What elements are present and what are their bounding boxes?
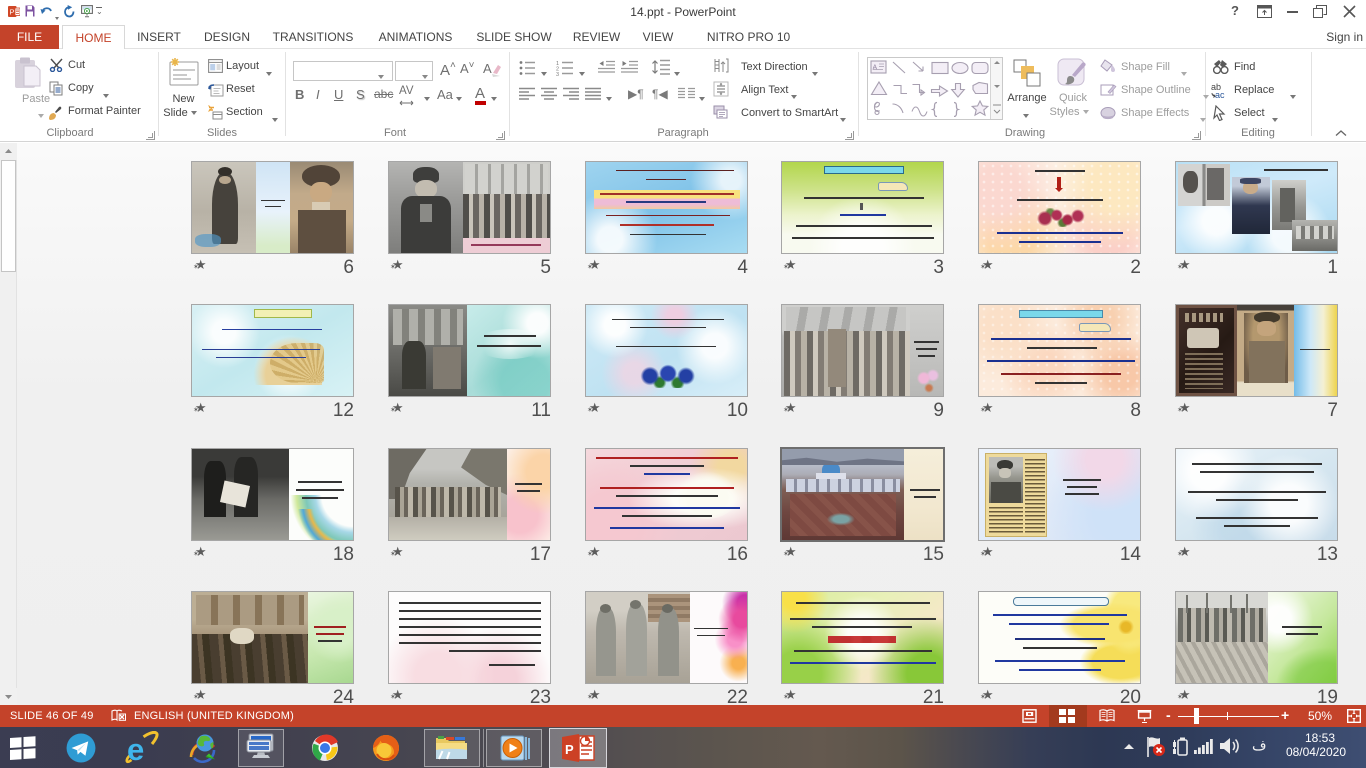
svg-text:A: A <box>483 61 492 76</box>
svg-text:ac: ac <box>1215 90 1225 99</box>
svg-text:e: e <box>127 732 144 765</box>
svg-text:3: 3 <box>556 72 559 76</box>
svg-text:P: P <box>565 742 574 757</box>
svg-text:A: A <box>873 65 878 72</box>
